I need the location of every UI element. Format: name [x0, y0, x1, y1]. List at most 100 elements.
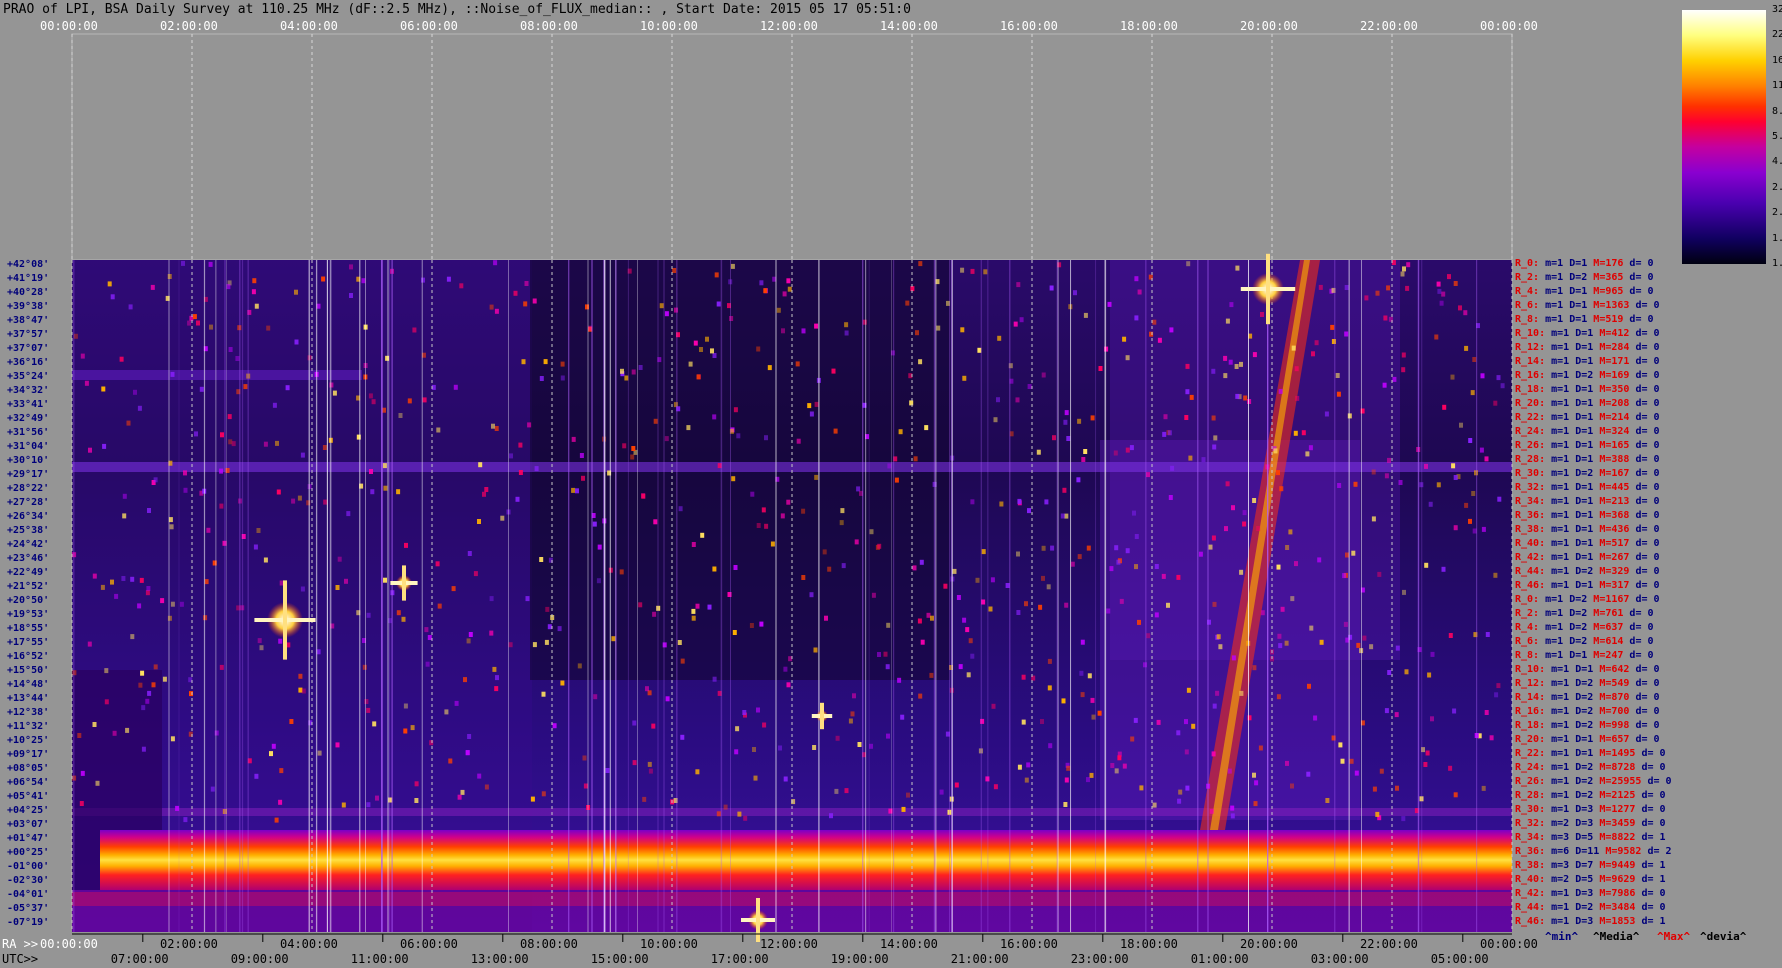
beam-stat-row: R_40: m=2 D=5 M=9629 d= 1 — [1515, 874, 1666, 886]
legend-media: ^Media^ — [1593, 930, 1640, 943]
noise-pixel — [905, 300, 910, 306]
noise-pixel — [571, 487, 576, 493]
noise-pixel — [1441, 291, 1446, 297]
utc-tick-label: 07:00:00 — [110, 952, 169, 966]
noise-pixel — [494, 686, 499, 692]
beam-stat-d: D=1 — [1575, 356, 1600, 367]
noise-pixel — [735, 726, 740, 732]
noise-pixel — [1191, 723, 1196, 729]
noise-pixel — [960, 267, 965, 273]
noise-pixel — [1230, 805, 1235, 811]
noise-pixel — [263, 441, 268, 447]
dec-tick-label: +27°28' — [7, 497, 50, 508]
noise-pixel — [1113, 450, 1118, 456]
noise-pixel — [460, 789, 465, 795]
ra-tick-label: 04:00:00 — [280, 937, 338, 951]
noise-pixel — [1256, 526, 1261, 531]
noise-pixel — [912, 565, 917, 571]
beam-stat-d: D=2 — [1575, 762, 1600, 773]
noise-pixel — [1040, 719, 1044, 724]
noise-pixel — [1229, 302, 1234, 308]
beam-stat-m: M=761 — [1593, 608, 1630, 619]
noise-pixel — [383, 485, 388, 491]
noise-pixel — [1176, 574, 1181, 580]
noise-pixel — [1107, 301, 1112, 307]
noise-pixel — [1347, 413, 1352, 419]
noise-pixel — [271, 743, 276, 749]
beam-stat-m: M=365 — [1593, 272, 1630, 283]
noise-pixel — [887, 463, 892, 469]
noise-pixel — [80, 770, 85, 776]
noise-pixel — [781, 328, 785, 334]
noise-pixel — [1216, 634, 1221, 640]
noise-pixel — [783, 776, 788, 782]
noise-pixel — [1386, 285, 1391, 291]
noise-pixel — [482, 491, 486, 497]
noise-pixel — [375, 795, 379, 801]
noise-pixel — [1375, 290, 1380, 296]
beam-stat-row: R_6: m=1 D=1 M=1363 d= 0 — [1515, 300, 1660, 312]
noise-pixel — [370, 489, 375, 495]
noise-pixel — [79, 801, 84, 806]
noise-pixel — [557, 626, 562, 632]
utc-tick-label: 19:00:00 — [830, 952, 889, 966]
noise-pixel — [414, 781, 419, 787]
noise-pixel — [1398, 480, 1403, 485]
beam-stat-m: m=1 — [1551, 804, 1576, 815]
beam-stat-row: R_8: m=1 D=1 M=247 d= 0 — [1515, 650, 1654, 662]
noise-pixel — [877, 543, 882, 549]
noise-pixel — [814, 474, 819, 480]
noise-pixel — [1252, 665, 1257, 671]
noise-pixel — [883, 651, 888, 657]
beam-stat-d: D=5 — [1575, 832, 1600, 843]
noise-pixel — [1364, 295, 1369, 301]
noise-pixel — [465, 750, 470, 756]
noise-pixel — [778, 745, 782, 751]
dec-tick-label: -07°19' — [7, 917, 50, 928]
noise-pixel — [1325, 798, 1330, 803]
noise-pixel — [276, 489, 281, 495]
noise-pixel — [349, 264, 353, 270]
ra-tick-label: 22:00:00 — [1360, 937, 1418, 951]
beam-stat-m: m=1 — [1545, 650, 1570, 661]
noise-pixel — [897, 677, 902, 683]
beam-stat-row: R_20: m=1 D=1 M=657 d= 0 — [1515, 734, 1660, 746]
noise-pixel — [518, 470, 523, 475]
noise-pixel — [321, 276, 326, 282]
beam-stat-row: R_0: m=1 D=2 M=1167 d= 0 — [1515, 594, 1660, 606]
noise-pixel — [756, 346, 761, 352]
noise-pixel — [631, 446, 636, 451]
noise-pixel — [1223, 373, 1228, 379]
noise-pixel — [95, 780, 100, 786]
noise-pixel — [121, 576, 126, 581]
noise-pixel — [366, 802, 371, 808]
ra-tick-label: 12:00:00 — [760, 937, 818, 951]
noise-pixel — [648, 768, 653, 774]
noise-pixel — [716, 811, 721, 817]
beam-stat-row: R_44: m=1 D=2 M=3484 d= 0 — [1515, 902, 1666, 914]
beam-stat-d: D=2 — [1575, 468, 1600, 479]
beam-stat-row: R_36: m=1 D=1 M=368 d= 0 — [1515, 510, 1660, 522]
noise-pixel — [871, 592, 876, 598]
noise-pixel — [1161, 573, 1166, 579]
noise-pixel — [939, 789, 944, 795]
noise-pixel — [1362, 635, 1367, 641]
noise-pixel — [1253, 801, 1258, 807]
noise-pixel — [1050, 545, 1055, 551]
dec-tick-label: +40°28' — [7, 287, 50, 298]
noise-pixel — [414, 798, 419, 803]
noise-pixel — [1344, 285, 1349, 290]
noise-pixel — [1046, 584, 1051, 590]
beam-stat-row: R_46: m=1 D=3 M=1853 d= 1 — [1515, 916, 1666, 928]
noise-pixel — [278, 638, 283, 644]
noise-pixel — [168, 517, 173, 523]
beam-stat-row: R_12: m=1 D=2 M=549 d= 0 — [1515, 678, 1660, 690]
noise-pixel — [996, 397, 1000, 403]
noise-pixel — [958, 664, 963, 670]
noise-pixel — [73, 333, 78, 339]
noise-pixel — [710, 348, 714, 354]
noise-pixel — [1154, 612, 1159, 618]
noise-pixel — [530, 796, 535, 802]
noise-pixel — [1313, 715, 1318, 721]
noise-pixel — [801, 328, 806, 334]
